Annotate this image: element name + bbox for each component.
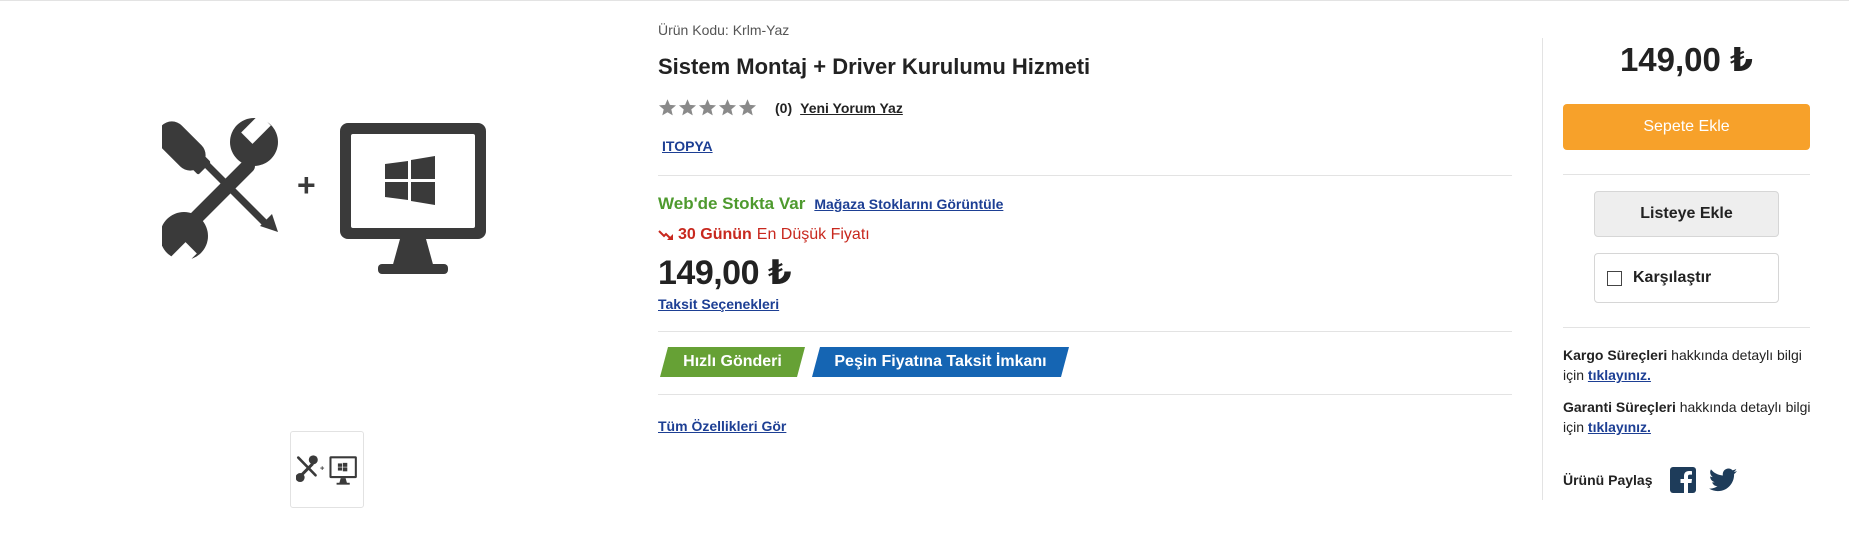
cargo-title: Kargo Süreçleri xyxy=(1563,347,1668,363)
thumbnail-image: + xyxy=(296,454,357,485)
share-label: Ürünü Paylaş xyxy=(1563,472,1653,488)
product-image[interactable]: + xyxy=(162,116,492,276)
warranty-info: Garanti Süreçleri hakkında detaylı bilgi… xyxy=(1563,397,1813,437)
add-to-cart-button[interactable]: Sepete Ekle xyxy=(1563,104,1810,150)
column-divider xyxy=(1542,38,1543,500)
svg-text:+: + xyxy=(320,463,325,472)
installment-badge: Peşin Fiyatına Taksit İmkanı xyxy=(812,347,1069,377)
twitter-icon[interactable] xyxy=(1709,468,1738,492)
cargo-link[interactable]: tıklayınız. xyxy=(1588,367,1651,383)
arrow-down-icon xyxy=(658,230,673,240)
installment-options-link[interactable]: Taksit Seçenekleri xyxy=(658,296,779,312)
top-divider xyxy=(0,0,1849,1)
rating-row: (0) Yeni Yorum Yaz xyxy=(658,98,903,117)
divider xyxy=(1563,327,1810,328)
divider xyxy=(658,394,1512,395)
lowest-price-row: 30 Günün En Düşük Fiyatı xyxy=(658,226,870,244)
fast-shipping-badge: Hızlı Gönderi xyxy=(660,347,805,377)
warranty-title: Garanti Süreçleri xyxy=(1563,399,1676,415)
brand-link[interactable]: ITOPYA xyxy=(662,138,713,154)
product-code: Ürün Kodu: Krlm-Yaz xyxy=(658,22,789,38)
divider xyxy=(658,331,1512,332)
product-price: 149,00 ₺ xyxy=(658,254,792,292)
star-icon xyxy=(698,99,717,116)
product-code-value: Krlm-Yaz xyxy=(732,22,790,38)
review-count: (0) xyxy=(775,99,793,116)
share-row: Ürünü Paylaş xyxy=(1563,467,1738,493)
cargo-info: Kargo Süreçleri hakkında detaylı bilgi i… xyxy=(1563,345,1813,385)
product-code-label: Ürün Kodu: xyxy=(658,22,729,38)
product-title: Sistem Montaj + Driver Kurulumu Hizmeti xyxy=(658,54,1091,79)
compare-toggle[interactable]: Karşılaştır xyxy=(1594,253,1779,303)
rating-stars xyxy=(658,98,757,117)
all-features-link[interactable]: Tüm Özellikleri Gör xyxy=(658,418,786,434)
add-to-list-button[interactable]: Listeye Ekle xyxy=(1594,191,1779,237)
divider xyxy=(658,175,1512,176)
stock-row: Web'de Stokta Var Mağaza Stoklarını Görü… xyxy=(658,194,1003,214)
compare-label: Karşılaştır xyxy=(1633,269,1712,286)
store-stock-link[interactable]: Mağaza Stoklarını Görüntüle xyxy=(814,196,1003,212)
lowest-label: En Düşük Fiyatı xyxy=(756,226,870,243)
star-icon xyxy=(658,99,677,116)
divider xyxy=(1563,174,1810,175)
star-icon xyxy=(738,99,757,116)
write-review-link[interactable]: Yeni Yorum Yaz xyxy=(800,100,903,116)
tools-icon xyxy=(162,118,278,260)
facebook-icon[interactable] xyxy=(1670,467,1697,493)
stock-status: Web'de Stokta Var xyxy=(658,194,806,213)
plus-sign: + xyxy=(297,167,316,203)
warranty-link[interactable]: tıklayınız. xyxy=(1588,419,1651,435)
compare-checkbox[interactable] xyxy=(1607,270,1622,286)
lowest-days: 30 Günün xyxy=(678,226,752,243)
side-price: 149,00 ₺ xyxy=(1619,41,1754,78)
star-icon xyxy=(718,99,737,116)
product-thumbnail[interactable]: + xyxy=(290,431,364,508)
star-icon xyxy=(678,99,697,116)
